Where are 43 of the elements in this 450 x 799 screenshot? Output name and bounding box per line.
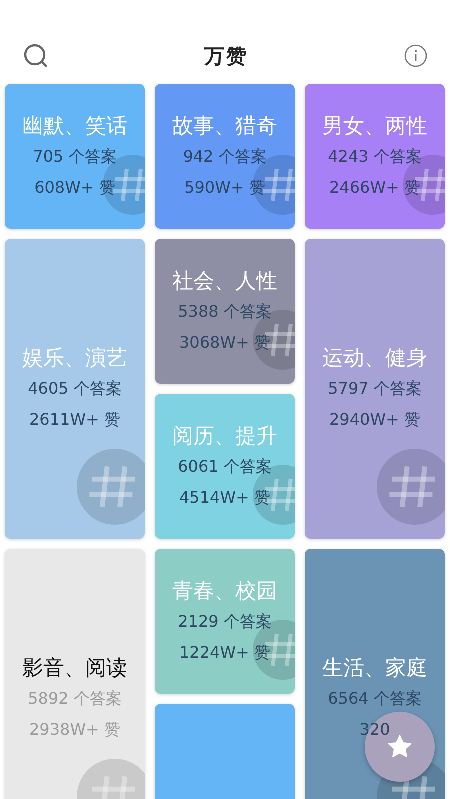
category-card[interactable]: 阅历、提升 6061 个答案 4514W+ 赞 [155,394,295,539]
category-card[interactable]: 运动、健身 5797 个答案 2940W+ 赞 [305,239,445,539]
answer-count: 4605 个答案 [28,378,122,400]
category-card[interactable]: 男女、两性 4243 个答案 2466W+ 赞 [305,84,445,229]
category-title: 社会、人性 [172,268,278,294]
like-count: 2940W+ 赞 [329,409,421,431]
answer-count: 4243 个答案 [328,146,422,168]
answer-count: 6564 个答案 [328,688,422,710]
category-title: 青春、校园 [172,578,278,604]
category-title: 男女、两性 [322,112,428,140]
category-card[interactable]: 故事、猎奇 942 个答案 590W+ 赞 [155,84,295,229]
answer-count: 2129 个答案 [178,610,272,632]
category-card[interactable]: 社会、人性 5388 个答案 3068W+ 赞 [155,239,295,384]
like-count: 590W+ 赞 [184,176,266,198]
answer-count: 6061 个答案 [178,456,272,478]
search-icon[interactable] [23,43,49,69]
like-count: 2611W+ 赞 [29,409,121,431]
answer-count: 5797 个答案 [328,378,422,400]
hashtag-bubble-icon [377,449,445,525]
category-title: 故事、猎奇 [172,112,278,140]
category-card[interactable]: 影音、阅读 5892 个答案 2938W+ 赞 [5,549,145,799]
like-count: 608W+ 赞 [34,176,116,198]
answer-count: 5892 个答案 [28,688,122,710]
like-count: 3068W+ 赞 [179,332,271,354]
category-title: 娱乐、演艺 [22,345,128,372]
category-title: 影音、阅读 [22,655,128,682]
like-count: 4514W+ 赞 [179,486,271,508]
hashtag-bubble-icon [77,449,145,525]
answer-count: 5388 个答案 [178,300,272,322]
category-title: 运动、健身 [322,345,428,372]
like-count: 2466W+ 赞 [329,176,421,198]
category-card[interactable]: 青春、校园 2129 个答案 1224W+ 赞 [155,549,295,694]
category-title: 阅历、提升 [172,422,278,450]
app-title: 万赞 [204,42,248,70]
category-card[interactable]: 娱乐、演艺 4605 个答案 2611W+ 赞 [5,239,145,539]
answer-count: 942 个答案 [183,146,267,168]
category-card[interactable]: 幽默、笑话 705 个答案 608W+ 赞 [5,84,145,229]
like-count: 1224W+ 赞 [179,642,271,664]
answer-count: 705 个答案 [33,146,117,168]
like-count: 2938W+ 赞 [29,719,121,741]
category-title: 生活、家庭 [322,655,428,682]
category-title: 幽默、笑话 [22,112,128,140]
info-icon[interactable] [404,44,428,68]
